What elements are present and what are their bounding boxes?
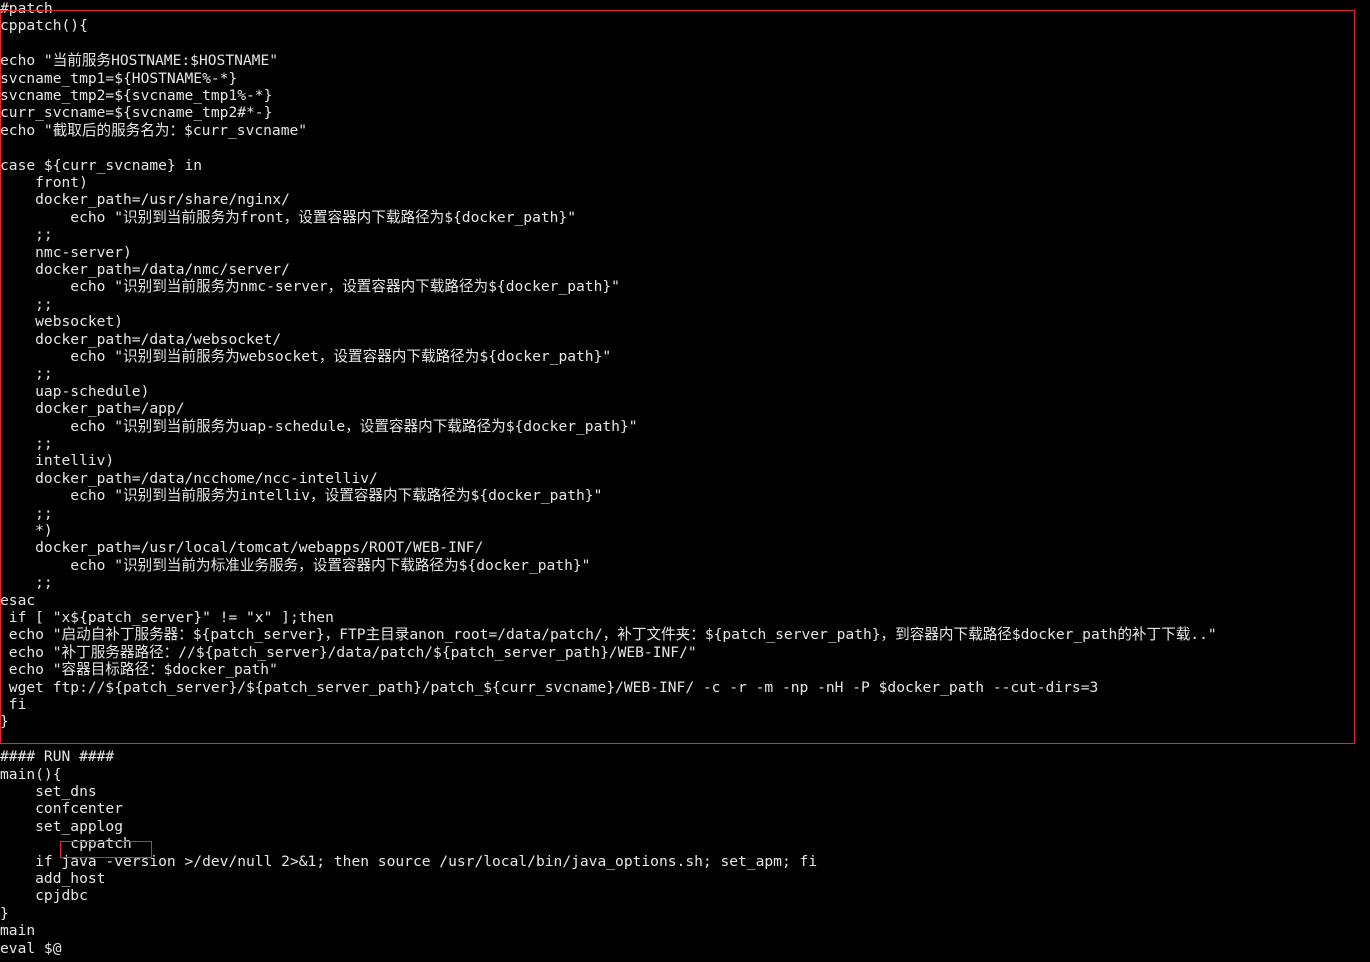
code-line: docker_path=/data/websocket/ [0, 330, 282, 348]
code-line: ;; [0, 295, 53, 313]
code-line: echo "补丁服务器路径：//${patch_server}/data/pat… [0, 643, 697, 661]
code-line: *) [0, 522, 53, 539]
code-line: wget ftp://${patch_server}/${patch_serve… [0, 678, 1099, 696]
code-line: if java -version >/dev/null 2>&1; then s… [0, 852, 818, 870]
code-line: main(){ [0, 765, 62, 783]
code-line: nmc-server) [0, 243, 132, 261]
code-line: ;; [0, 504, 53, 522]
code-line: docker_path=/data/ncchome/ncc-intelliv/ [0, 469, 378, 487]
code-line: cpjdbc [0, 887, 88, 905]
code-line: echo "容器目标路径：$docker_path" [0, 661, 278, 679]
code-line: docker_path=/app/ [0, 400, 185, 418]
code-line: if [ "x${patch_server}" != "x" ];then [0, 609, 334, 626]
code-line: docker_path=/usr/local/tomcat/webapps/RO… [0, 539, 484, 557]
code-line: ;; [0, 435, 53, 452]
code-line: ;; [0, 574, 53, 592]
code-line: echo "识别到当前服务为front，设置容器内下载路径为${docker_p… [0, 208, 577, 226]
code-line: fi [0, 696, 27, 713]
code-line: set_dns [0, 783, 97, 800]
code-line: echo "当前服务HOSTNAME:$HOSTNAME" [0, 52, 279, 70]
terminal-screen: { "highlight_color": "#e0292e", "text_co… [0, 0, 1370, 962]
code-line: docker_path=/usr/share/nginx/ [0, 191, 290, 209]
code-line: curr_svcname=${svcname_tmp2#*-} [0, 104, 273, 122]
code-line: echo "启动自补丁服务器：${patch_server}，FTP主目录ano… [0, 626, 1217, 644]
code-line: ;; [0, 226, 53, 244]
code-line: echo "截取后的服务名为：$curr_svcname" [0, 121, 308, 139]
code-line: #### RUN #### [0, 748, 115, 766]
script-code: #patch cppatch(){ echo "当前服务HOSTNAME:$HO… [0, 0, 1217, 957]
code-line: main [0, 922, 36, 940]
code-line: cppatch [0, 835, 132, 853]
code-line: websocket) [0, 313, 124, 331]
code-line: uap-schedule) [0, 382, 150, 400]
code-line: case ${curr_svcname} in [0, 156, 203, 174]
code-line: docker_path=/data/nmc/server/ [0, 261, 290, 278]
code-line: echo "识别到当前为标准业务服务，设置容器内下载路径为${docker_pa… [0, 556, 591, 574]
code-line: eval $@ [0, 939, 62, 957]
code-line: echo "识别到当前服务为intelliv，设置容器内下载路径为${docke… [0, 487, 603, 505]
code-line: } [0, 904, 9, 922]
code-line: confcenter [0, 800, 124, 818]
code-line: svcname_tmp1=${HOSTNAME%-*} [0, 69, 238, 87]
code-line: } [0, 713, 9, 731]
code-line: esac [0, 591, 36, 609]
code-line: svcname_tmp2=${svcname_tmp1%-*} [0, 87, 273, 104]
code-line: ;; [0, 365, 53, 383]
code-line: front) [0, 174, 88, 191]
code-line: set_applog [0, 817, 124, 835]
code-line: echo "识别到当前服务为websocket，设置容器内下载路径为${dock… [0, 348, 612, 365]
code-line: echo "识别到当前服务为uap-schedule，设置容器内下载路径为${d… [0, 417, 638, 435]
code-line: echo "识别到当前服务为nmc-server，设置容器内下载路径为${doc… [0, 278, 620, 296]
code-line: #patch [0, 0, 53, 17]
code-line: cppatch(){ [0, 17, 88, 35]
code-line: intelliv) [0, 452, 115, 470]
code-line: add_host [0, 870, 106, 887]
